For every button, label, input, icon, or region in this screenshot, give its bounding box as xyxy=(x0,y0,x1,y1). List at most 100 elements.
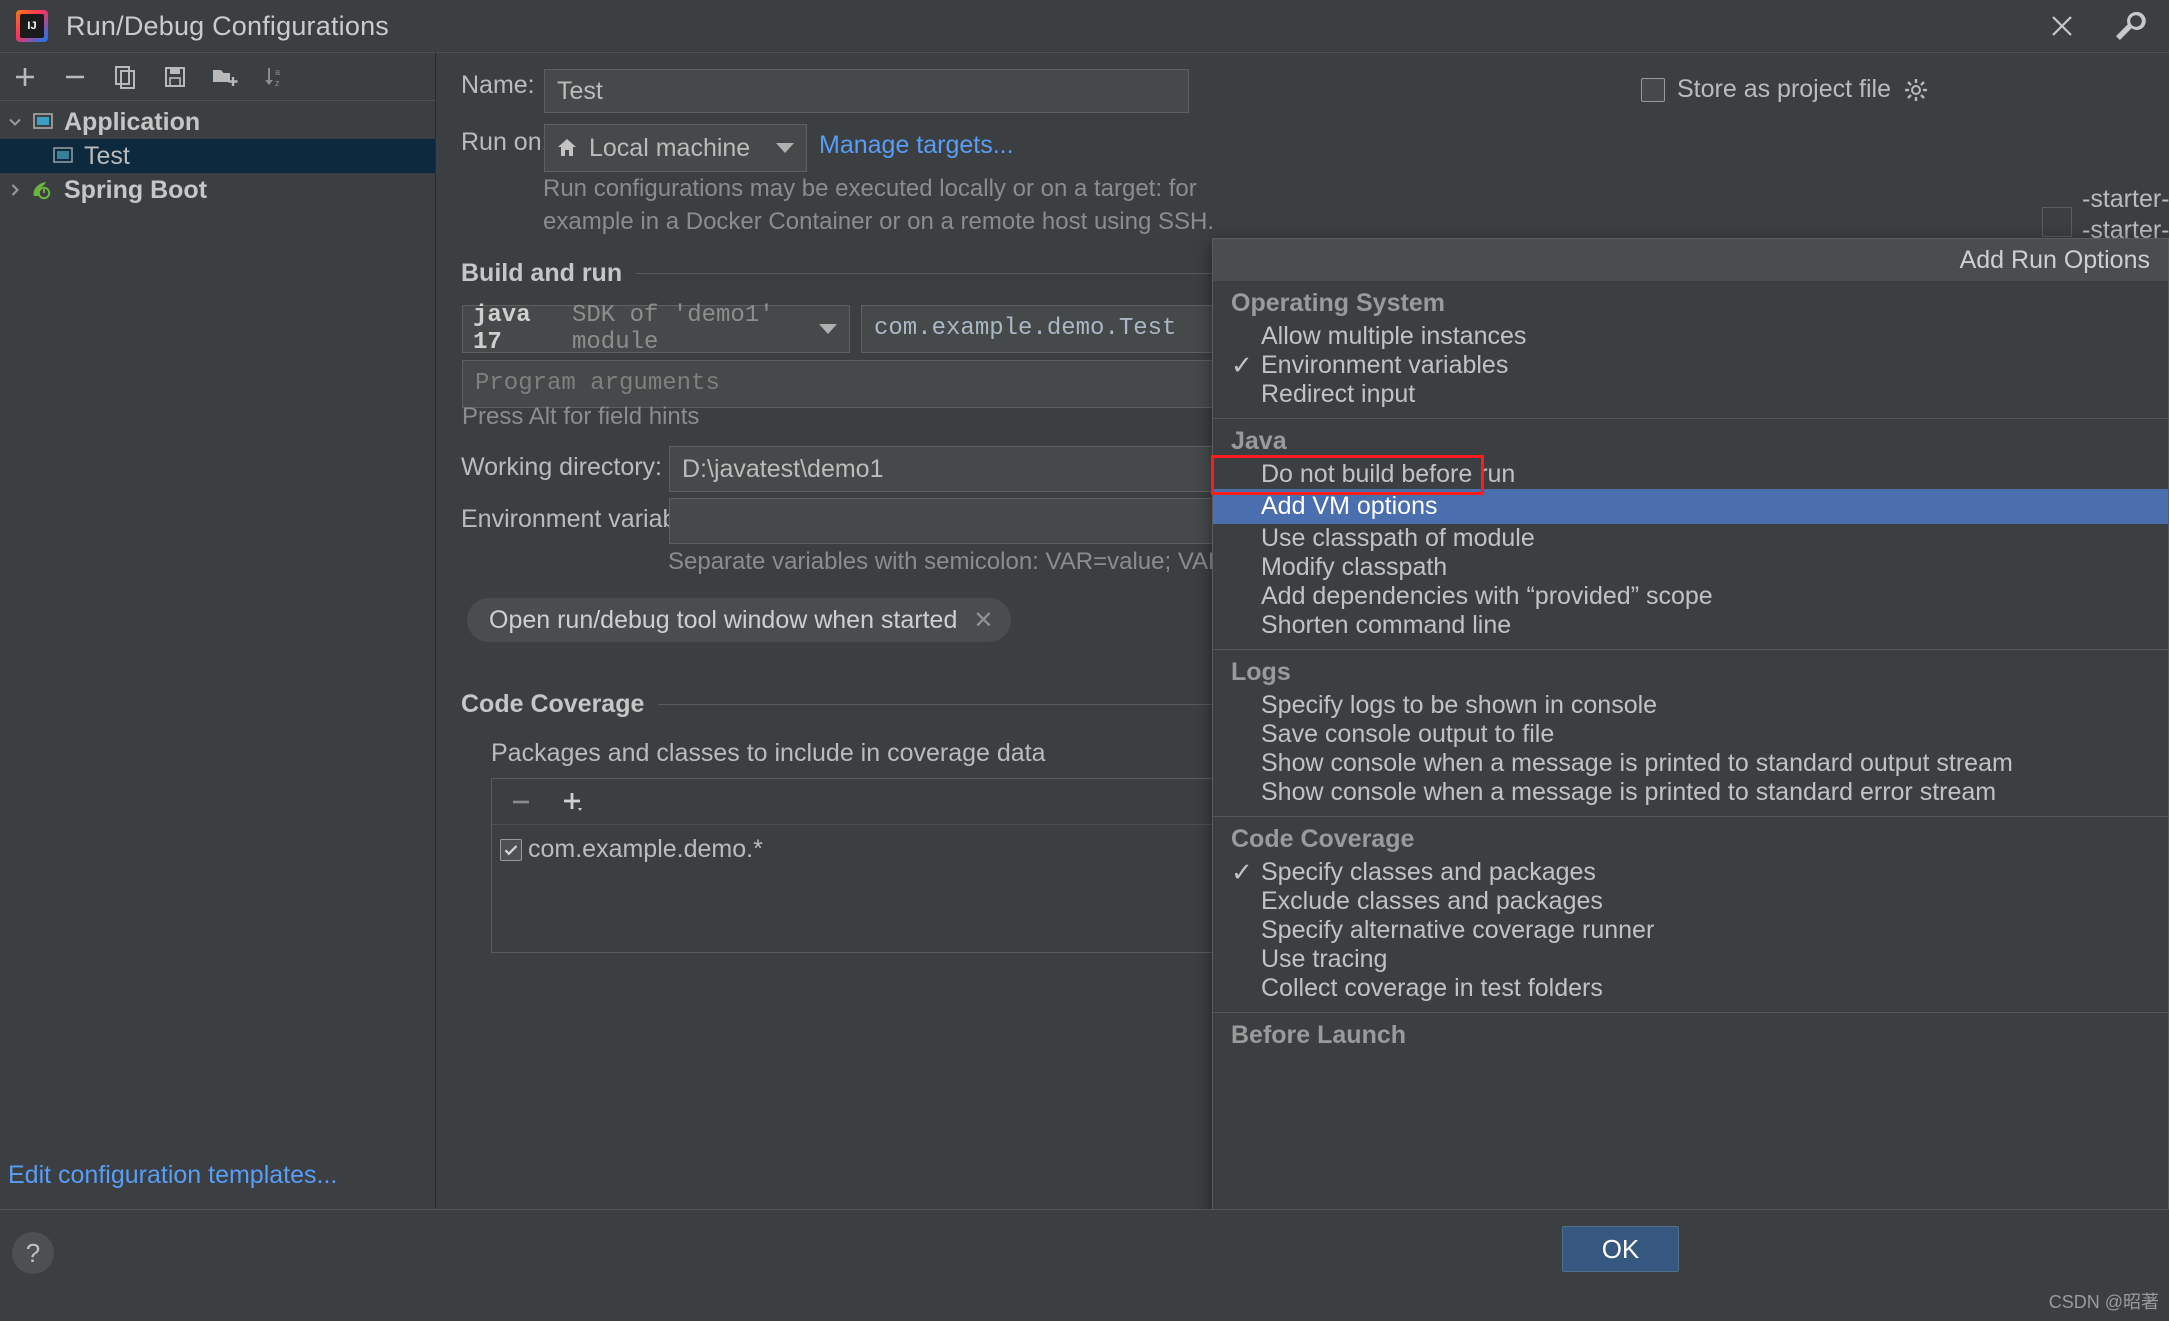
popup-header: Add Run Options xyxy=(1213,239,2168,281)
chevron-down-icon[interactable] xyxy=(2,113,28,131)
popup-item-redirect-input[interactable]: Redirect input xyxy=(1213,380,2168,409)
tree-item-test[interactable]: Test xyxy=(0,139,435,173)
intellij-idea-logo-icon xyxy=(16,10,48,42)
popup-item-label: Specify alternative coverage runner xyxy=(1261,916,1655,944)
field-hints-label: Press Alt for field hints xyxy=(462,403,700,430)
popup-item-label: Allow multiple instances xyxy=(1261,322,1527,350)
coverage-packages-label: Packages and classes to include in cover… xyxy=(491,739,1046,767)
popup-group-code-coverage: Code Coverage xyxy=(1231,825,1415,853)
manage-targets-link[interactable]: Manage targets... xyxy=(819,131,1014,160)
ok-button[interactable]: OK xyxy=(1562,1226,1679,1272)
popup-item-use-classpath-of-module[interactable]: Use classpath of module xyxy=(1213,524,2168,553)
add-configuration-button[interactable] xyxy=(2,55,48,99)
spring-boot-icon xyxy=(28,178,58,202)
popup-item-label: Show console when a message is printed t… xyxy=(1261,778,1997,806)
popup-group-java: Java xyxy=(1231,427,1287,455)
chip-label: Open run/debug tool window when started xyxy=(489,605,958,634)
popup-item-exclude-classes-and-packages[interactable]: Exclude classes and packages xyxy=(1213,887,2168,916)
tree-label-test: Test xyxy=(84,141,130,170)
popup-item-label: Redirect input xyxy=(1261,380,1416,408)
configurations-left-panel: a z Application Test Spring Boot Edit co… xyxy=(0,52,436,1208)
jre-sdk-combobox[interactable]: java 17 SDK of 'demo1' module xyxy=(462,302,850,356)
sdk-module-description: SDK of 'demo1' module xyxy=(572,302,774,356)
close-icon[interactable]: ✕ xyxy=(973,606,993,635)
copy-configuration-button[interactable] xyxy=(102,55,148,99)
add-run-options-popup: Add Run Options Operating System Allow m… xyxy=(1212,238,2169,1321)
popup-item-label: Specify logs to be shown in console xyxy=(1261,691,1658,719)
popup-item-label: Exclude classes and packages xyxy=(1261,887,1603,915)
help-button[interactable]: ? xyxy=(12,1232,54,1274)
minus-icon[interactable] xyxy=(508,789,534,815)
popup-item-label: Collect coverage in test folders xyxy=(1261,974,1603,1002)
popup-item-label: Show console when a message is printed t… xyxy=(1261,749,2013,777)
sdk-version: java 17 xyxy=(473,302,531,356)
chevron-down-icon[interactable] xyxy=(819,324,837,334)
configurations-tree: Application Test Spring Boot xyxy=(0,101,435,207)
run-on-row: Run on: xyxy=(461,128,549,157)
name-row: Name: xyxy=(461,71,535,100)
popup-item-do-not-build-before-run[interactable]: Do not build before run xyxy=(1213,460,2168,489)
name-input[interactable]: Test xyxy=(544,69,1189,113)
popup-item-shorten-command-line[interactable]: Shorten command line xyxy=(1213,611,2168,640)
popup-item-show-console-stdout[interactable]: Show console when a message is printed t… xyxy=(1213,749,2168,778)
svg-text:a: a xyxy=(275,67,280,77)
tree-item-spring-boot[interactable]: Spring Boot xyxy=(0,173,435,207)
store-as-project-file-row: Store as project file xyxy=(1641,75,1929,104)
chevron-down-icon[interactable] xyxy=(776,143,794,153)
run-on-combobox[interactable]: Local machine xyxy=(544,124,807,172)
run-on-label: Run on: xyxy=(461,128,549,156)
run-debug-configurations-dialog: Run/Debug Configurations xyxy=(0,0,2169,1321)
save-configuration-button[interactable] xyxy=(152,55,198,99)
edit-configuration-templates-link[interactable]: Edit configuration templates... xyxy=(8,1161,337,1190)
background-cell xyxy=(2042,207,2072,237)
popup-item-label: Shorten command line xyxy=(1261,611,1512,639)
name-label: Name: xyxy=(461,71,535,99)
watermark: CSDN @昭著 xyxy=(2048,1292,2159,1312)
sort-alphabetically-icon[interactable]: a z xyxy=(252,55,298,99)
svg-text:z: z xyxy=(275,78,280,88)
popup-item-environment-variables[interactable]: ✓ Environment variables xyxy=(1213,350,2168,380)
popup-item-collect-coverage-in-test-folders[interactable]: Collect coverage in test folders xyxy=(1213,974,2168,1003)
tree-item-application[interactable]: Application xyxy=(0,105,435,139)
popup-item-save-console-output-to-file[interactable]: Save console output to file xyxy=(1213,720,2168,749)
close-icon[interactable] xyxy=(2041,5,2083,47)
coverage-item-label: com.example.demo.* xyxy=(528,835,763,863)
popup-group-logs: Logs xyxy=(1231,658,1291,686)
code-coverage-label: Code Coverage xyxy=(461,690,645,718)
popup-group-before-launch: Before Launch xyxy=(1231,1021,1407,1049)
working-directory-label: Working directory: xyxy=(461,453,662,481)
store-as-project-file-checkbox[interactable] xyxy=(1641,77,1665,102)
run-on-value: Local machine xyxy=(589,133,751,162)
plus-dropdown-icon[interactable] xyxy=(560,788,590,816)
popup-item-add-vm-options[interactable]: Add VM options xyxy=(1213,489,2168,524)
popup-item-label: Add VM options xyxy=(1261,492,1438,520)
new-folder-icon[interactable] xyxy=(202,55,248,99)
popup-item-label: Modify classpath xyxy=(1261,553,1448,581)
popup-item-label: Use classpath of module xyxy=(1261,524,1535,552)
popup-item-specify-alternative-coverage-runner[interactable]: Specify alternative coverage runner xyxy=(1213,916,2168,945)
popup-item-specify-classes-and-packages[interactable]: ✓ Specify classes and packages xyxy=(1213,857,2168,887)
dialog-bottom-bar: ? OK xyxy=(0,1209,2169,1321)
popup-item-show-console-stderr[interactable]: Show console when a message is printed t… xyxy=(1213,778,2168,807)
popup-item-label: Add dependencies with “provided” scope xyxy=(1261,582,1713,610)
tree-label-spring-boot: Spring Boot xyxy=(64,175,208,204)
build-and-run-label: Build and run xyxy=(461,259,623,287)
popup-item-label: Environment variables xyxy=(1261,351,1509,379)
popup-item-use-tracing[interactable]: Use tracing xyxy=(1213,945,2168,974)
popup-item-modify-classpath[interactable]: Modify classpath xyxy=(1213,553,2168,582)
store-as-project-file-label: Store as project file xyxy=(1677,75,1891,103)
popup-item-label: Save console output to file xyxy=(1261,720,1555,748)
coverage-item-checkbox[interactable] xyxy=(500,838,522,861)
popup-group-operating-system: Operating System xyxy=(1231,289,1445,317)
remove-configuration-button[interactable] xyxy=(52,55,98,99)
gear-icon[interactable] xyxy=(1903,77,1929,103)
run-on-description-line2: example in a Docker Container or on a re… xyxy=(543,208,1215,235)
popup-item-allow-multiple-instances[interactable]: Allow multiple instances xyxy=(1213,322,2168,351)
tree-label-application: Application xyxy=(64,107,201,136)
application-icon xyxy=(48,144,78,168)
chevron-right-icon[interactable] xyxy=(2,181,28,199)
wrench-icon[interactable] xyxy=(2109,6,2149,46)
popup-item-add-dependencies-provided-scope[interactable]: Add dependencies with “provided” scope xyxy=(1213,582,2168,611)
open-run-debug-tool-window-chip[interactable]: Open run/debug tool window when started … xyxy=(467,598,1012,642)
popup-item-specify-logs-in-console[interactable]: Specify logs to be shown in console xyxy=(1213,691,2168,720)
